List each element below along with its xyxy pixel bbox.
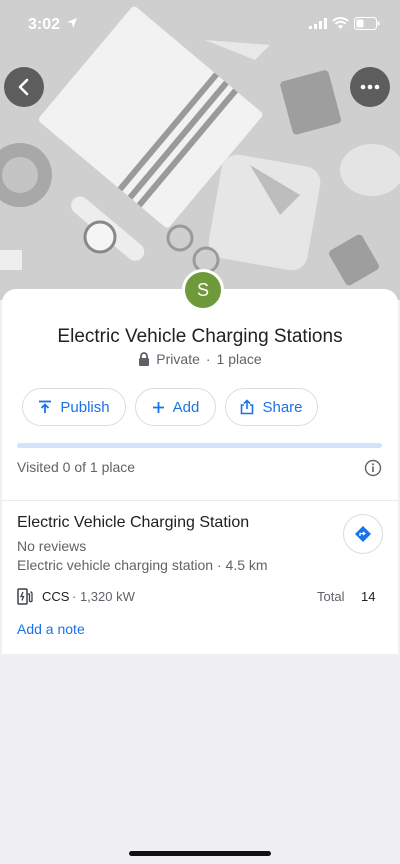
- more-icon: [360, 84, 380, 90]
- list-cover-image: [0, 0, 400, 300]
- add-button[interactable]: Add: [135, 388, 216, 426]
- list-title: Electric Vehicle Charging Stations: [57, 326, 343, 347]
- place-name[interactable]: Electric Vehicle Charging Station: [17, 514, 249, 532]
- back-button[interactable]: [4, 67, 44, 107]
- place-reviews: No reviews: [17, 538, 87, 554]
- cellular-signal-icon: [309, 18, 327, 29]
- info-icon[interactable]: [364, 459, 382, 477]
- total-label: Total: [317, 589, 345, 604]
- home-indicator: [129, 851, 271, 856]
- avatar[interactable]: S: [182, 269, 224, 311]
- list-subtitle: Private · 1 place: [0, 351, 400, 367]
- place-type-distance: Electric vehicle charging station · 4.5 …: [17, 557, 268, 573]
- wifi-icon: [332, 17, 349, 29]
- visited-progress-bar: [17, 443, 382, 448]
- lock-icon: [139, 352, 150, 366]
- visibility-label: Private: [156, 351, 200, 367]
- share-button[interactable]: Share: [225, 388, 318, 426]
- publish-label: Publish: [60, 398, 110, 416]
- share-icon: [241, 399, 254, 415]
- place-count: 1 place: [216, 351, 262, 367]
- more-options-button[interactable]: [350, 67, 390, 107]
- status-bar: 3:02: [0, 0, 400, 44]
- visited-count: Visited 0 of 1 place: [17, 459, 136, 475]
- plus-icon: [152, 401, 164, 413]
- status-time: 3:02: [28, 16, 61, 33]
- back-arrow-icon: [18, 78, 29, 96]
- cover-illustration: [0, 0, 400, 300]
- add-note-link[interactable]: Add a note: [17, 621, 85, 637]
- divider: [2, 500, 398, 501]
- charger-power: · 1,320 kW: [72, 589, 135, 604]
- connector-type: CCS: [42, 589, 70, 604]
- directions-icon: [355, 526, 371, 542]
- add-label: Add: [172, 398, 200, 416]
- avatar-letter: S: [196, 279, 209, 300]
- publish-button[interactable]: Publish: [22, 388, 126, 426]
- share-label: Share: [262, 398, 303, 416]
- publish-icon: [39, 400, 52, 413]
- ev-charger-icon: [17, 588, 33, 605]
- subtitle-separator: ·: [205, 351, 211, 367]
- location-arrow-icon: [67, 18, 77, 28]
- battery-icon: [354, 17, 380, 30]
- charger-info: CCS · 1,320 kW Total 14: [17, 588, 382, 606]
- directions-button[interactable]: [343, 514, 383, 554]
- total-value: 14: [361, 589, 376, 604]
